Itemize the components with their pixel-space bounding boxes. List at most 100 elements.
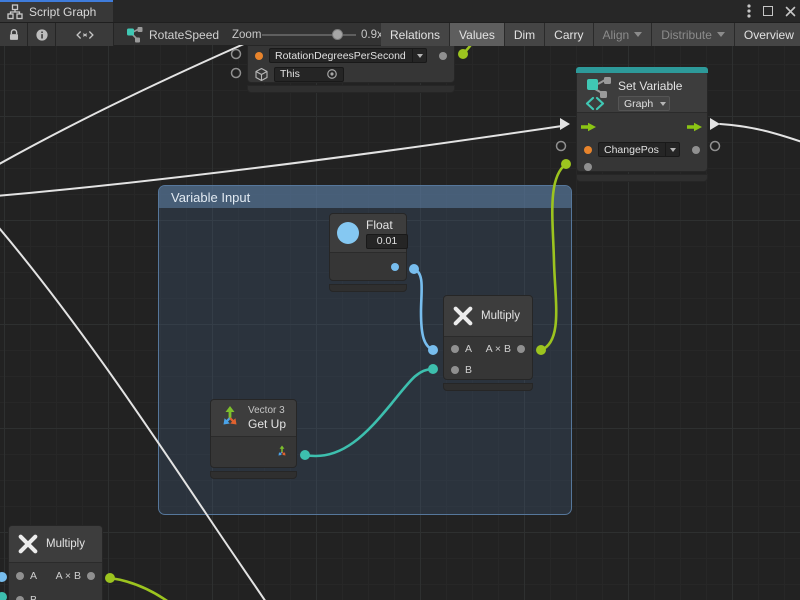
- get-up-output-row: [211, 437, 296, 467]
- tab-title: Script Graph: [29, 5, 96, 19]
- node-float-literal[interactable]: Float 0.01: [329, 213, 407, 281]
- multiply-header: Multiply: [444, 296, 532, 337]
- zoom-slider-handle[interactable]: [332, 29, 343, 40]
- overview-button[interactable]: Overview: [735, 23, 800, 46]
- relations-button[interactable]: Relations: [381, 23, 450, 46]
- maximize-icon[interactable]: [763, 6, 773, 16]
- variable-name-port[interactable]: [584, 146, 592, 154]
- node-footer: [576, 174, 708, 182]
- zoom-value: 0.9x: [361, 23, 383, 46]
- vector3-output-port-icon[interactable]: [275, 445, 289, 459]
- node-vector3-get-up[interactable]: Vector 3 Get Up: [210, 399, 297, 468]
- code-view-button[interactable]: [56, 23, 114, 46]
- kebab-menu-icon[interactable]: [747, 4, 751, 18]
- chevron-down-icon: [634, 32, 642, 37]
- group-title: Variable Input: [171, 190, 250, 205]
- multiply-row-b: B: [444, 360, 532, 380]
- multiply-header: Multiply: [9, 526, 102, 563]
- carry-button[interactable]: Carry: [545, 23, 593, 46]
- variable-name-value: ChangePos: [599, 144, 665, 156]
- variable-name-dropdown[interactable]: RotationDegreesPerSecond: [269, 48, 427, 63]
- value-output-port[interactable]: [692, 146, 700, 154]
- value-input-port[interactable]: [584, 163, 592, 171]
- variable-name-dropdown[interactable]: ChangePos: [598, 142, 680, 157]
- cube-icon: [255, 68, 268, 81]
- variable-name-port[interactable]: [255, 52, 263, 60]
- float-output-row: [330, 253, 406, 280]
- chevron-down-icon: [717, 32, 725, 37]
- float-header: Float 0.01: [330, 214, 406, 253]
- port-label-b: B: [30, 594, 37, 600]
- set-variable-header: Set Variable Graph: [577, 73, 707, 113]
- node-footer: [329, 284, 407, 292]
- control-flow-row: [577, 113, 707, 140]
- zoom-label: Zoom: [232, 23, 261, 46]
- graph-breadcrumb[interactable]: RotateSpeed: [126, 23, 219, 46]
- dropdown-arrow-icon[interactable]: [665, 143, 679, 156]
- multiply-row-b: B: [9, 589, 102, 600]
- node-type-label: Vector 3: [248, 405, 285, 416]
- script-graph-window: Variable Input: [0, 0, 800, 600]
- node-title: Multiply: [481, 310, 520, 322]
- multiply-icon: [452, 305, 474, 327]
- node-multiply-bottom[interactable]: Multiply A A × B B: [8, 525, 103, 600]
- get-variable-name-row: RotationDegreesPerSecond: [248, 46, 454, 65]
- flow-output-arrow-icon[interactable]: [687, 122, 703, 132]
- variable-kind-dropdown[interactable]: Graph: [618, 96, 670, 111]
- port-label-result: A × B: [486, 343, 511, 355]
- dropdown-arrow-icon: [656, 97, 669, 110]
- node-set-variable[interactable]: Set Variable Graph ChangePos: [576, 72, 708, 172]
- object-picker-icon[interactable]: [326, 68, 338, 80]
- value-output-port[interactable]: [439, 52, 447, 60]
- lock-button[interactable]: [0, 23, 28, 46]
- set-variable-name-row: ChangePos: [577, 140, 707, 159]
- align-dropdown-button[interactable]: Align: [594, 23, 653, 46]
- output-port-result[interactable]: [87, 572, 95, 580]
- graph-toolbar: RotateSpeed Zoom 0.9x Relations Values D…: [0, 22, 800, 45]
- flow-input-arrow-icon[interactable]: [581, 122, 597, 132]
- input-port-a[interactable]: [16, 572, 24, 580]
- vector3-icon: [217, 405, 243, 431]
- dropdown-arrow-icon[interactable]: [412, 49, 426, 62]
- input-port-b[interactable]: [451, 366, 459, 374]
- float-value-field[interactable]: 0.01: [366, 234, 408, 249]
- value-output-port[interactable]: [391, 263, 399, 271]
- target-object-value: This: [280, 68, 300, 80]
- group-header[interactable]: Variable Input: [159, 186, 571, 208]
- selection-highlight: [576, 67, 708, 73]
- input-port-b[interactable]: [16, 596, 24, 600]
- node-title: Set Variable: [618, 79, 682, 93]
- input-port-a[interactable]: [451, 345, 459, 353]
- port-label-a: A: [465, 343, 472, 355]
- multiply-row-a: A A × B: [9, 563, 102, 589]
- tab-script-graph[interactable]: Script Graph: [0, 0, 113, 22]
- node-get-variable[interactable]: RotationDegreesPerSecond This: [247, 45, 455, 83]
- node-title: Get Up: [248, 417, 286, 431]
- distribute-dropdown-button[interactable]: Distribute: [652, 23, 735, 46]
- port-label-b: B: [465, 364, 472, 376]
- toolbar-left-buttons: [0, 23, 114, 46]
- target-object-field[interactable]: This: [274, 67, 344, 82]
- set-variable-input-row: [577, 159, 707, 175]
- get-up-header: Vector 3 Get Up: [211, 400, 296, 437]
- graph-breadcrumb-icon: [126, 27, 143, 43]
- close-icon[interactable]: [785, 6, 796, 17]
- graph-breadcrumb-label: RotateSpeed: [149, 28, 219, 42]
- port-label-result: A × B: [56, 570, 81, 582]
- float-type-icon: [337, 222, 359, 244]
- multiply-row-a: A A × B: [444, 337, 532, 360]
- info-button[interactable]: [28, 23, 56, 46]
- tab-bar: Script Graph: [0, 0, 800, 22]
- toolbar-buttons: Relations Values Dim Carry Align Distrib…: [381, 23, 800, 46]
- get-variable-target-row: This: [248, 65, 454, 83]
- float-value: 0.01: [377, 235, 397, 247]
- variable-kind-value: Graph: [619, 98, 656, 110]
- node-multiply[interactable]: Multiply A A × B B: [443, 295, 533, 380]
- dim-button[interactable]: Dim: [505, 23, 545, 46]
- node-footer: [247, 85, 455, 93]
- info-icon: [35, 28, 49, 42]
- output-port-result[interactable]: [517, 345, 525, 353]
- lock-icon: [7, 28, 21, 42]
- values-button[interactable]: Values: [450, 23, 505, 46]
- window-controls: [747, 0, 796, 22]
